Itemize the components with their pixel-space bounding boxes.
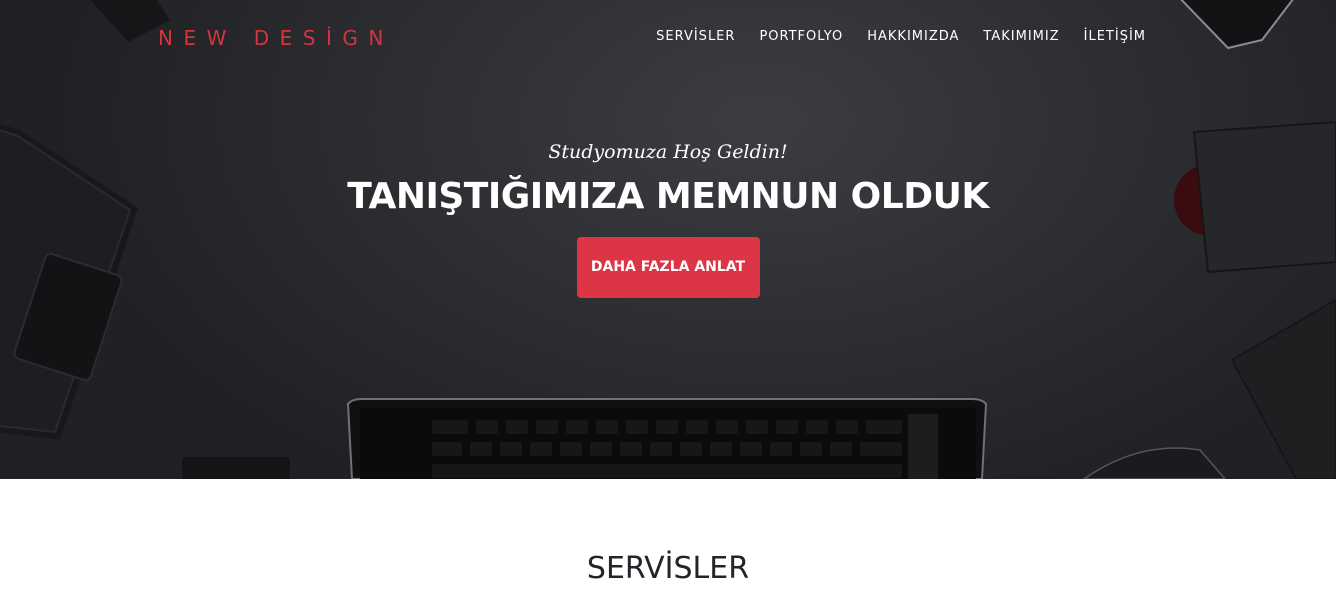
hero-section: NEW DESİGN SERVİSLER PORTFOLYO HAKKIMIZD… [0,0,1336,479]
nav-link-servisler[interactable]: SERVİSLER [656,29,735,44]
phone-shape [182,457,290,479]
nav-menu: SERVİSLER PORTFOLYO HAKKIMIZDA TAKIMIMIZ… [656,29,1146,44]
services-title: SERVİSLER [586,551,750,586]
tell-me-more-button[interactable]: DAHA FAZLA ANLAT [576,237,760,298]
nav-link-iletisim[interactable]: İLETİŞİM [1084,29,1146,44]
services-section: SERVİSLER [0,479,1336,601]
envelope-shape [1230,298,1336,479]
hero-lead-in: Studyomuza Hoş Geldin! [548,141,788,163]
hero-heading: TANIŞTIĞIMIZA MEMNUN OLDUK [347,176,989,217]
navbar: NEW DESİGN SERVİSLER PORTFOLYO HAKKIMIZD… [0,0,1336,76]
hero-content: Studyomuza Hoş Geldin! TANIŞTIĞIMIZA MEM… [0,140,1336,298]
cup-shape [1082,447,1226,479]
laptop-shape [346,398,988,479]
brand-logo-link[interactable]: NEW DESİGN [158,26,394,50]
nav-link-portfolyo[interactable]: PORTFOLYO [759,29,843,44]
nav-link-hakkimizda[interactable]: HAKKIMIZDA [867,29,959,44]
nav-link-takimimiz[interactable]: TAKIMIMIZ [983,29,1059,44]
